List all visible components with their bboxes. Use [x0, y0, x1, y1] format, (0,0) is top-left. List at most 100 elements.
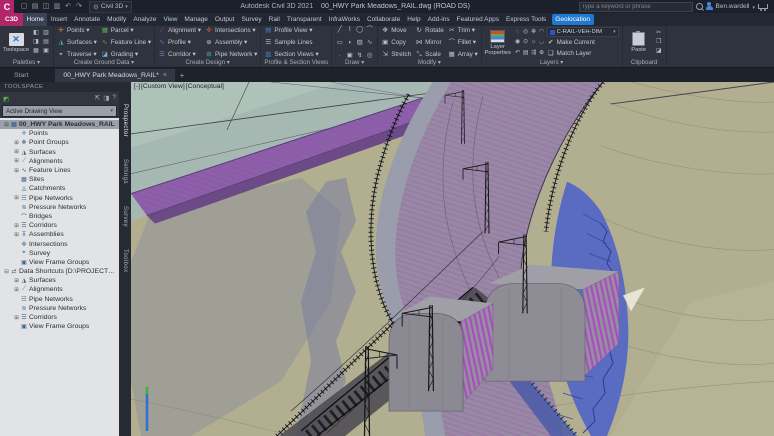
layer-states-icon[interactable]: ▤ [522, 49, 530, 58]
toolspace-title[interactable]: TOOLSPACE [0, 82, 131, 92]
ribbon-button[interactable]: ▣Copy [381, 38, 411, 47]
active-drawing-icon[interactable]: ◩ [3, 96, 9, 103]
panel-label-create-design[interactable]: Create Design ▾ [158, 58, 257, 67]
layer-dropdown[interactable]: C-RAIL-VEH-DIM [547, 27, 619, 37]
viewport-controls-menu[interactable]: [-] [134, 83, 140, 90]
ribbon-button[interactable]: ↻Rotate [415, 26, 444, 35]
app-menu-tab[interactable]: C3D [0, 13, 23, 26]
visual-style-control[interactable]: [Conceptual] [186, 83, 224, 90]
save-icon[interactable]: ◫ [41, 0, 51, 13]
ribbon-button[interactable]: ∿Profile ▾ [158, 38, 201, 47]
cut-icon[interactable]: ✂ [655, 29, 663, 38]
tree-item[interactable]: ⊞ ⟋ Alignments [0, 285, 119, 294]
inquiry-icon[interactable]: ▣ [42, 47, 50, 56]
ribbon-tab[interactable]: Survey [238, 13, 265, 26]
new-file-icon[interactable]: ▢ [19, 0, 29, 13]
expander-icon[interactable]: ⊞ [13, 315, 20, 321]
undo-icon[interactable]: ↶ [63, 0, 73, 13]
new-tab-button[interactable]: + [176, 69, 188, 82]
layer-walk-icon[interactable]: ⇶ [530, 49, 538, 58]
tree-item[interactable]: ⊞ ◮ Surfaces [0, 276, 119, 285]
tree-item[interactable]: ⊞ ⟋ Alignments [0, 157, 119, 166]
expander-icon[interactable]: ⊞ [13, 140, 20, 146]
layer-on-icon[interactable]: ◉ [514, 38, 522, 47]
ribbon-tab[interactable]: Analyze [130, 13, 160, 26]
expander-icon[interactable]: ⊞ [13, 278, 20, 284]
toolspace-button[interactable]: ✕ Toolspace [3, 27, 29, 58]
expander-icon[interactable]: ⊞ [13, 287, 20, 293]
tree-item[interactable]: ⊞ ∿ Feature Lines [0, 166, 119, 175]
ribbon-tab[interactable]: Output [211, 13, 238, 26]
layer-thaw-icon[interactable]: ☼ [530, 38, 538, 47]
active-drawing-view-dropdown[interactable]: Active Drawing View ▾ [2, 105, 117, 117]
tree-item[interactable]: ⊞ ◮ Surfaces [0, 148, 119, 157]
layer-freeze-icon[interactable]: ✻ [530, 28, 538, 37]
panel-label-create-ground-data[interactable]: Create Ground Data ▾ [57, 58, 151, 67]
workspace-switcher[interactable]: Civil 3D [89, 1, 132, 13]
ribbon-tab[interactable]: Featured Apps [453, 13, 502, 26]
ribbon-button[interactable]: ✛Points ▾ [57, 26, 97, 35]
expander-icon[interactable]: ⊞ [13, 149, 20, 155]
tool-palettes-icon[interactable]: ▥ [42, 29, 50, 38]
expander-icon[interactable]: ⊞ [13, 158, 20, 164]
ribbon-button[interactable]: ⌒Fillet ▾ [448, 38, 478, 47]
panorama-icon[interactable]: ▤ [42, 38, 50, 47]
app-logo[interactable]: C [0, 0, 14, 13]
hatch-icon[interactable]: ▨ [355, 38, 364, 48]
copy-clip-icon[interactable]: ❐ [655, 38, 663, 47]
tree-item[interactable]: ≋ Pressure Networks [0, 304, 119, 313]
toolspace-tab[interactable]: Settings [122, 159, 128, 184]
ribbon-button[interactable]: ◮Surfaces ▾ [57, 38, 97, 47]
redo-icon[interactable]: ↷ [74, 0, 84, 13]
make-current-button[interactable]: ✔Make Current [547, 38, 595, 47]
paste-button[interactable]: Paste [626, 27, 652, 58]
rectangle-icon[interactable]: ▭ [335, 38, 344, 48]
panorama-toggle-icon[interactable]: ◨ [103, 94, 109, 102]
layer-previous-icon[interactable]: ↶ [514, 49, 522, 58]
ribbon-button[interactable]: ⋈Mirror [415, 38, 444, 47]
tree-item[interactable]: ✜ Intersections [0, 239, 119, 248]
spline-icon[interactable]: ∿ [365, 38, 374, 48]
toolspace-tab[interactable]: Toolbox [122, 249, 128, 272]
layer-properties-button[interactable]: Layer Properties [485, 27, 511, 58]
ribbon-tab[interactable]: Modify [104, 13, 130, 26]
ribbon-tab[interactable]: Geolocation [552, 14, 594, 25]
ribbon-tab[interactable]: View [160, 13, 181, 26]
ribbon-button[interactable]: ⟋Alignment ▾ [158, 26, 201, 35]
open-icon[interactable]: ▤ [30, 0, 40, 13]
ribbon-button[interactable]: ✜Intersections ▾ [205, 26, 257, 35]
panel-label-modify[interactable]: Modify ▾ [381, 58, 477, 67]
plot-icon[interactable]: ▥ [52, 0, 62, 13]
polyline-icon[interactable]: ⌇ [345, 25, 354, 35]
help-icon[interactable]: ? [112, 94, 116, 102]
chevron-down-icon[interactable] [752, 2, 755, 11]
user-name[interactable]: Ben.wardell [716, 3, 750, 10]
match-layer-button[interactable]: ❏Match Layer [547, 49, 592, 58]
circle-icon[interactable]: ◯ [355, 25, 364, 35]
tree-item[interactable]: ◬ Catchments [0, 184, 119, 193]
tree-item[interactable]: ⊞ ☰ Corridors [0, 313, 119, 322]
search-input[interactable] [579, 2, 693, 12]
layer-off-icon[interactable]: ◌ [514, 28, 522, 37]
layer-unisolate-icon[interactable]: ⊙ [522, 38, 530, 47]
file-tab-document[interactable]: 00_HWY Park Meadows_RAIL* × [55, 69, 175, 82]
survey-data-icon[interactable]: ◨ [32, 38, 40, 47]
paste-special-icon[interactable]: ◪ [655, 47, 663, 56]
search-icon[interactable] [696, 3, 703, 10]
tree-item[interactable]: ⌒ Bridges [0, 212, 119, 221]
expander-icon[interactable]: ⊞ [13, 232, 20, 238]
arc-icon[interactable]: ⌒ [365, 25, 374, 35]
tree-item[interactable]: ⌖ Survey [0, 249, 119, 258]
ribbon-tab[interactable]: Transparent [283, 13, 325, 26]
ribbon-button[interactable]: ∿Feature Line ▾ [101, 38, 151, 47]
select-drawing-icon[interactable]: ⇱ [95, 94, 100, 102]
ribbon-tab[interactable]: Add-ins [424, 13, 453, 26]
expander-icon[interactable]: ⊞ [13, 223, 20, 229]
tree-item[interactable]: ☵ Pipe Networks [0, 295, 119, 304]
ribbon-button[interactable]: ▦Parcel ▾ [101, 26, 151, 35]
tree-item[interactable]: ▣ View Frame Groups [0, 258, 119, 267]
expander-icon[interactable]: ⊟ [3, 269, 10, 275]
ribbon-tab[interactable]: Express Tools [502, 13, 549, 26]
toolspace-tab[interactable]: Survey [122, 206, 128, 227]
tree-item[interactable]: ⊞ ☵ Pipe Networks [0, 194, 119, 203]
